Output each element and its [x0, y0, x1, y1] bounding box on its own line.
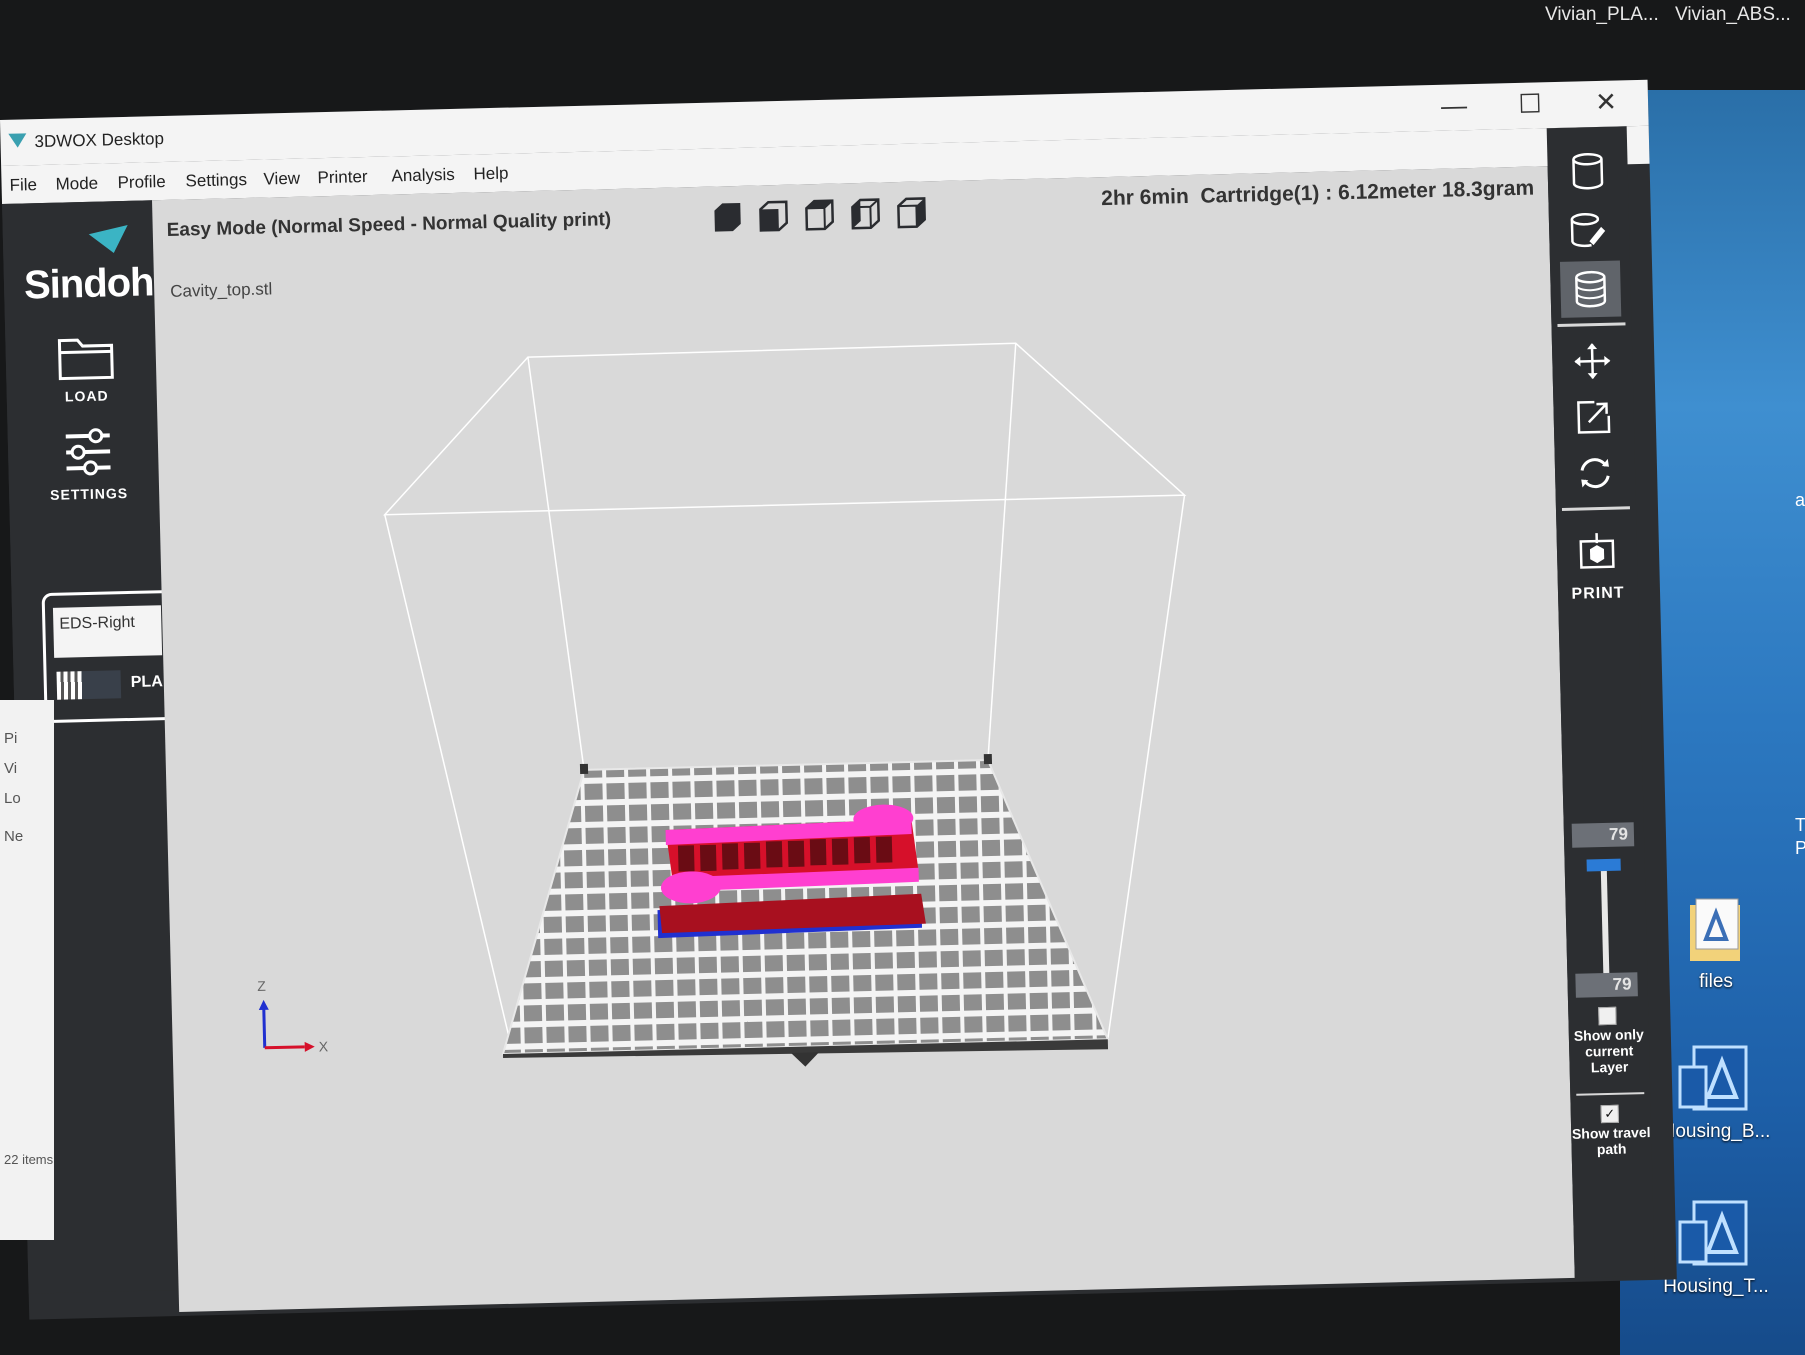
- layer-slider-track[interactable]: [1600, 866, 1610, 978]
- desktop-icon-label: files: [1699, 971, 1733, 992]
- filament-swatch-icon: [56, 670, 122, 700]
- move-button[interactable]: [1562, 332, 1623, 389]
- explorer-item[interactable]: Ne: [4, 828, 23, 845]
- menu-mode[interactable]: Mode: [55, 174, 98, 195]
- app-document-icon: [1676, 1200, 1756, 1270]
- desktop-edge-text: T: [1795, 815, 1805, 835]
- settings-button[interactable]: SETTINGS: [37, 423, 139, 503]
- move-icon: [1574, 343, 1611, 380]
- app-window: 3DWOX Desktop — ☐ ✕ File Mode Profile Se…: [0, 79, 1677, 1320]
- toolbar-divider: [1561, 506, 1630, 511]
- build-volume-scene: [258, 342, 1187, 1067]
- show-current-layer-label: Show only current Layer: [1573, 1026, 1645, 1076]
- load-label: LOAD: [64, 387, 109, 405]
- material-type: PLA: [130, 673, 163, 691]
- window-title: 3DWOX Desktop: [34, 129, 165, 152]
- sindoh-logo-icon: [88, 225, 134, 258]
- load-button[interactable]: LOAD: [35, 331, 137, 405]
- print-button[interactable]: [1566, 522, 1627, 579]
- folder-document-icon: [1676, 895, 1756, 965]
- menu-settings[interactable]: Settings: [185, 170, 247, 191]
- menu-profile[interactable]: Profile: [117, 172, 166, 193]
- layer-slider-handle[interactable]: [1586, 858, 1621, 872]
- settings-label: SETTINGS: [49, 484, 129, 503]
- scale-icon: [1577, 400, 1611, 434]
- axis-gizmo: [258, 999, 315, 1052]
- plate-front-marker: [791, 1052, 820, 1067]
- app-document-icon: [1676, 1045, 1756, 1115]
- desktop-icon-label: Housing_T...: [1663, 1276, 1769, 1297]
- rotate-button[interactable]: [1564, 444, 1625, 501]
- menu-help[interactable]: Help: [473, 164, 508, 185]
- normal-view-icon: [1572, 152, 1604, 190]
- layer-bottom-value[interactable]: 79: [1575, 972, 1638, 998]
- normal-view-button[interactable]: [1557, 142, 1618, 199]
- desktop-edge-text: P: [1795, 838, 1805, 858]
- layer-view-button[interactable]: [1559, 260, 1622, 318]
- overhang-view-button[interactable]: [1559, 202, 1620, 259]
- menu-printer[interactable]: Printer: [317, 167, 368, 188]
- explorer-item[interactable]: Lo: [4, 790, 21, 807]
- explorer-status: 22 items: [4, 1152, 54, 1167]
- toolbar-divider: [1557, 322, 1626, 328]
- scale-button[interactable]: [1563, 388, 1624, 445]
- layer-view-icon: [1575, 270, 1607, 308]
- close-button[interactable]: ✕: [1586, 86, 1627, 118]
- explorer-item[interactable]: Vi: [4, 760, 17, 777]
- explorer-item[interactable]: Pi: [4, 730, 17, 747]
- desktop-edge-text: a: [1795, 490, 1805, 510]
- show-current-layer-checkbox[interactable]: [1598, 1006, 1617, 1026]
- axis-z-label: Z: [257, 977, 266, 994]
- desktop-icon-label: Housing_B...: [1661, 1121, 1771, 1142]
- menu-analysis[interactable]: Analysis: [391, 165, 455, 187]
- show-travel-path-checkbox[interactable]: ✓: [1600, 1104, 1619, 1124]
- print-label[interactable]: PRINT: [1558, 584, 1638, 604]
- overhang-view-icon: [1570, 213, 1606, 248]
- folder-icon: [55, 331, 116, 382]
- rotate-icon: [1580, 458, 1610, 489]
- brand-logo: Sindoh: [23, 260, 155, 308]
- material-name: EDS-Right: [52, 605, 163, 658]
- app-logo-icon: [8, 133, 27, 148]
- minimize-button[interactable]: —: [1434, 90, 1475, 122]
- file-explorer-window[interactable]: Pi Vi Lo Ne 22 items: [0, 700, 54, 1240]
- material-selector[interactable]: EDS-Right PLA: [41, 589, 175, 724]
- axis-x-label: X: [318, 1038, 329, 1055]
- plate-corner-marker: [579, 763, 589, 775]
- menu-file[interactable]: File: [9, 175, 37, 196]
- toolbar-divider: [1576, 1092, 1645, 1096]
- desktop-label-vivian-pla[interactable]: Vivian_PLA...: [1545, 4, 1659, 26]
- menu-view[interactable]: View: [263, 169, 300, 190]
- 3d-viewport[interactable]: Easy Mode (Normal Speed - Normal Quality…: [152, 166, 1575, 1312]
- plate-corner-marker: [983, 753, 993, 765]
- desktop-label-vivian-abs[interactable]: Vivian_ABS...: [1675, 4, 1791, 26]
- show-travel-path-label: Show travel path: [1571, 1123, 1651, 1158]
- maximize-button[interactable]: ☐: [1510, 88, 1551, 120]
- settings-sliders-icon: [59, 423, 116, 480]
- layer-top-value[interactable]: 79: [1571, 822, 1635, 848]
- printer-icon: [1579, 533, 1615, 569]
